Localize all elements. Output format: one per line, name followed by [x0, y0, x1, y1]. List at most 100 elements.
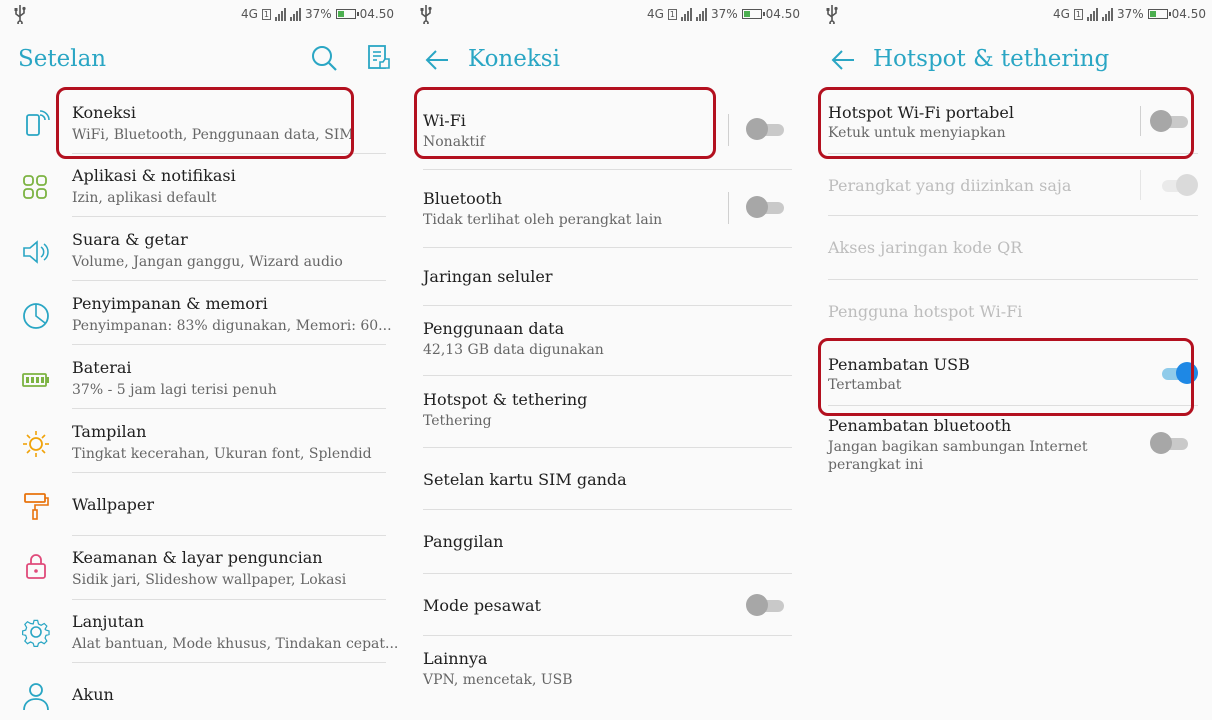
back-arrow-icon[interactable]: [424, 48, 450, 76]
divider: [72, 153, 386, 154]
page-title: Setelan: [18, 46, 107, 72]
network-type: 4G: [240, 7, 258, 21]
hotspot-toggle[interactable]: [1150, 110, 1190, 132]
settings-item-koneksi[interactable]: Koneksi WiFi, Bluetooth, Penggunaan data…: [0, 96, 400, 160]
person-icon: [20, 680, 52, 712]
separator: [1140, 170, 1141, 200]
hotspot-panel: 4G 1 37% 04.50 Hotspot & tethering Hotsp…: [812, 0, 1212, 720]
airplane-mode-toggle[interactable]: [746, 594, 786, 616]
item-title: Tampilan: [72, 422, 147, 441]
item-title: Perangkat yang diizinkan saja: [828, 176, 1072, 195]
settings-item-penyimpanan[interactable]: Penyimpanan & memori Penyimpanan: 83% di…: [0, 288, 400, 352]
back-arrow-icon[interactable]: [830, 48, 856, 76]
connections-item-penggunaan-data[interactable]: Penggunaan data 42,13 GB data digunakan: [406, 306, 806, 376]
settings-item-akun[interactable]: Akun: [0, 664, 400, 720]
help-document-icon[interactable]: [366, 44, 392, 76]
divider: [72, 662, 386, 663]
item-title: Koneksi: [72, 103, 136, 122]
connections-item-mode-pesawat[interactable]: Mode pesawat: [406, 574, 806, 636]
settings-item-tampilan[interactable]: Tampilan Tingkat kecerahan, Ukuran font,…: [0, 416, 400, 480]
connections-item-hotspot-tethering[interactable]: Hotspot & tethering Tethering: [406, 376, 806, 448]
item-subtitle: Izin, aplikasi default: [72, 190, 217, 206]
settings-item-suara[interactable]: Suara & getar Volume, Jangan ganggu, Wiz…: [0, 224, 400, 288]
app-bar: Hotspot & tethering: [812, 38, 1212, 82]
separator: [728, 114, 729, 146]
item-subtitle: Ketuk untuk menyiapkan: [828, 125, 1006, 141]
connections-item-bluetooth[interactable]: Bluetooth Tidak terlihat oleh perangkat …: [406, 170, 806, 248]
item-subtitle-line2: perangkat ini: [828, 457, 924, 473]
hotspot-item-penambatan-usb[interactable]: Penambatan USB Tertambat: [812, 348, 1212, 406]
signal-icon: [680, 7, 692, 21]
lock-icon: [20, 550, 52, 582]
signal-icon: [1086, 7, 1098, 21]
battery-status-icon: [1147, 9, 1171, 19]
battery-percent: 37%: [1116, 7, 1144, 21]
item-title: Jaringan seluler: [423, 267, 553, 286]
connections-item-jaringan-seluler[interactable]: Jaringan seluler: [406, 248, 806, 306]
connections-item-sim-ganda[interactable]: Setelan kartu SIM ganda: [406, 448, 806, 510]
hotspot-item-pengguna-hotspot: Pengguna hotspot Wi-Fi: [812, 280, 1212, 342]
item-title: Penyimpanan & memori: [72, 294, 268, 313]
sim1-badge: 1: [667, 8, 677, 20]
battery-status-icon: [741, 9, 765, 19]
battery-percent: 37%: [304, 7, 332, 21]
settings-item-lanjutan[interactable]: Lanjutan Alat bantuan, Mode khusus, Tind…: [0, 600, 400, 664]
hotspot-item-wifi-portabel[interactable]: Hotspot Wi-Fi portabel Ketuk untuk menyi…: [812, 96, 1212, 154]
settings-item-aplikasi[interactable]: Aplikasi & notifikasi Izin, aplikasi def…: [0, 160, 400, 224]
item-subtitle: Alat bantuan, Mode khusus, Tindakan cepa…: [72, 636, 399, 652]
item-title: Baterai: [72, 358, 132, 377]
item-title: Panggilan: [423, 532, 504, 551]
connections-item-lainnya[interactable]: Lainnya VPN, mencetak, USB: [406, 636, 806, 706]
signal2-icon: [1101, 7, 1113, 21]
bluetooth-tethering-toggle[interactable]: [1150, 432, 1190, 454]
item-title: Hotspot & tethering: [423, 390, 588, 409]
battery-status-icon: [335, 9, 359, 19]
sim1-badge: 1: [261, 8, 271, 20]
item-title: Akses jaringan kode QR: [828, 238, 1023, 257]
item-subtitle: Tertambat: [828, 377, 902, 393]
clock: 04.50: [359, 7, 394, 21]
connections-item-panggilan[interactable]: Panggilan: [406, 510, 806, 574]
item-subtitle: WiFi, Bluetooth, Penggunaan data, SIM: [72, 127, 354, 143]
settings-item-keamanan[interactable]: Keamanan & layar penguncian Sidik jari, …: [0, 536, 400, 600]
item-title: Mode pesawat: [423, 596, 541, 615]
status-bar: 4G 1 37% 04.50: [0, 0, 400, 28]
usb-tethering-toggle[interactable]: [1158, 362, 1198, 384]
item-subtitle: Tingkat kecerahan, Ukuran font, Splendid: [72, 446, 372, 462]
divider: [72, 408, 386, 409]
divider: [72, 344, 386, 345]
divider: [72, 472, 386, 473]
clock: 04.50: [1171, 7, 1206, 21]
divider: [828, 405, 1198, 406]
settings-item-wallpaper[interactable]: Wallpaper: [0, 480, 400, 536]
hotspot-item-penambatan-bluetooth[interactable]: Penambatan bluetooth Jangan bagikan samb…: [812, 410, 1212, 480]
divider: [72, 216, 386, 217]
signal2-icon: [695, 7, 707, 21]
hotspot-item-akses-qr: Akses jaringan kode QR: [812, 216, 1212, 280]
sim1-badge: 1: [1073, 8, 1083, 20]
clock: 04.50: [765, 7, 800, 21]
speaker-icon: [20, 236, 52, 268]
item-title: Keamanan & layar penguncian: [72, 548, 323, 567]
app-bar: Koneksi: [406, 38, 806, 82]
settings-item-baterai[interactable]: Baterai 37% - 5 jam lagi terisi penuh: [0, 352, 400, 416]
network-type: 4G: [1052, 7, 1070, 21]
item-title: Pengguna hotspot Wi-Fi: [828, 302, 1023, 321]
item-title: Wi-Fi: [423, 111, 466, 130]
item-subtitle: Penyimpanan: 83% digunakan, Memori: 60..…: [72, 318, 392, 334]
apps-grid-icon: [20, 172, 52, 204]
item-subtitle: Tethering: [423, 413, 492, 429]
wifi-toggle[interactable]: [746, 118, 786, 140]
item-subtitle: Volume, Jangan ganggu, Wizard audio: [72, 254, 343, 270]
phone-wireless-icon: [20, 106, 52, 138]
item-subtitle: Tidak terlihat oleh perangkat lain: [423, 212, 663, 228]
bluetooth-toggle[interactable]: [746, 196, 786, 218]
item-title: Wallpaper: [72, 495, 154, 514]
battery-percent: 37%: [710, 7, 738, 21]
signal-icon: [274, 7, 286, 21]
search-icon[interactable]: [310, 44, 338, 76]
item-subtitle: 42,13 GB data digunakan: [423, 342, 604, 358]
item-title: Penambatan bluetooth: [828, 416, 1012, 435]
gear-icon: [20, 616, 52, 648]
connections-item-wifi[interactable]: Wi-Fi Nonaktif: [406, 96, 806, 170]
